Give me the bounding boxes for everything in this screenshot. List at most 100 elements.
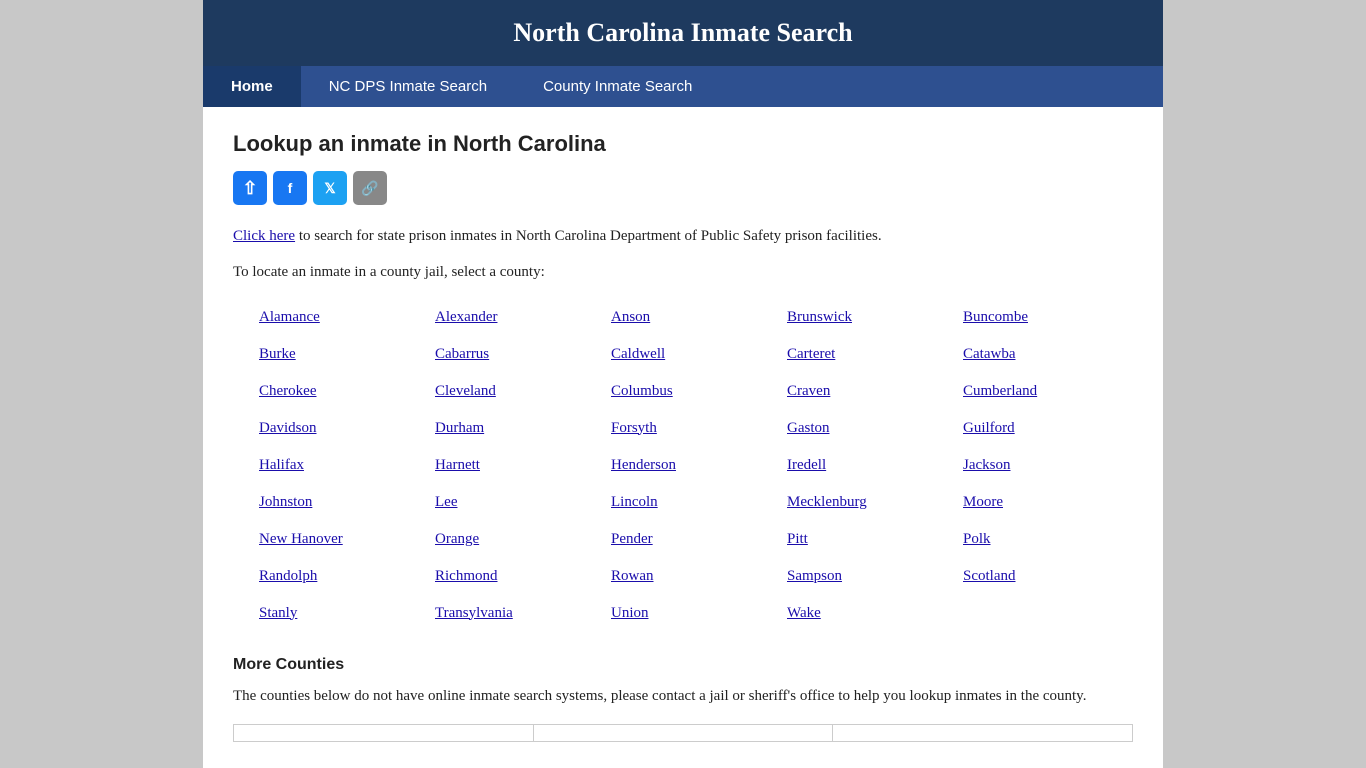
nav-county[interactable]: County Inmate Search [515,66,720,107]
table-cell [533,724,833,741]
county-cell: Randolph [253,558,429,595]
county-link[interactable]: Gaston [787,420,830,436]
county-link[interactable]: Stanly [259,605,297,621]
twitter-button[interactable]: 𝕏 [313,171,347,205]
county-link[interactable]: Buncombe [963,309,1028,325]
county-cell: Gaston [781,410,957,447]
county-link[interactable]: Craven [787,383,830,399]
county-cell: Buncombe [957,299,1133,336]
county-link[interactable]: Guilford [963,420,1015,436]
county-link[interactable]: Scotland [963,568,1016,584]
county-cell: Guilford [957,410,1133,447]
county-link[interactable]: Richmond [435,568,498,584]
county-cell: Forsyth [605,410,781,447]
county-cell: Anson [605,299,781,336]
county-link[interactable]: Anson [611,309,650,325]
county-cell: Craven [781,373,957,410]
county-cell: Catawba [957,336,1133,373]
description-text: Click here to search for state prison in… [233,225,1133,248]
county-link[interactable]: Forsyth [611,420,657,436]
county-cell: Moore [957,484,1133,521]
county-link[interactable]: Transylvania [435,605,513,621]
county-cell: Burke [253,336,429,373]
county-cell: Cabarrus [429,336,605,373]
copy-link-button[interactable]: 🔗 [353,171,387,205]
county-link[interactable]: Carteret [787,346,835,362]
county-link[interactable]: Rowan [611,568,654,584]
county-cell: Davidson [253,410,429,447]
county-link[interactable]: Davidson [259,420,317,436]
county-cell: Henderson [605,447,781,484]
county-cell: Brunswick [781,299,957,336]
county-link[interactable]: Henderson [611,457,676,473]
county-cell: Sampson [781,558,957,595]
county-cell: Cumberland [957,373,1133,410]
county-cell: Polk [957,521,1133,558]
county-link[interactable]: Iredell [787,457,826,473]
county-link[interactable]: Columbus [611,383,673,399]
county-link[interactable]: Cleveland [435,383,496,399]
share-button[interactable]: ⇧ [233,171,267,205]
county-link[interactable]: Halifax [259,457,304,473]
county-cell: Rowan [605,558,781,595]
main-nav: Home NC DPS Inmate Search County Inmate … [203,66,1163,107]
county-link[interactable]: Union [611,605,649,621]
county-link[interactable]: Orange [435,531,479,547]
social-buttons: ⇧ f 𝕏 🔗 [233,171,1133,205]
county-link[interactable]: Wake [787,605,821,621]
more-counties-table [233,724,1133,742]
county-cell: Iredell [781,447,957,484]
county-cell: Jackson [957,447,1133,484]
county-link[interactable]: Randolph [259,568,317,584]
county-grid: Alamance Alexander Anson Brunswick Buncombe B… [253,299,1133,632]
county-link[interactable]: Jackson [963,457,1011,473]
county-cell: Scotland [957,558,1133,595]
nav-home[interactable]: Home [203,66,301,107]
main-content: Lookup an inmate in North Carolina ⇧ f 𝕏… [203,107,1163,766]
county-cell: New Hanover [253,521,429,558]
county-cell: Transylvania [429,595,605,632]
county-link[interactable]: Cherokee [259,383,316,399]
county-cell: Johnston [253,484,429,521]
county-cell: Carteret [781,336,957,373]
county-cell: Pender [605,521,781,558]
county-link[interactable]: Alexander [435,309,497,325]
county-link[interactable]: Durham [435,420,484,436]
more-counties-desc: The counties below do not have online in… [233,684,1133,708]
nav-dps[interactable]: NC DPS Inmate Search [301,66,515,107]
county-link[interactable]: Lee [435,494,457,510]
county-link[interactable]: Polk [963,531,991,547]
county-link[interactable]: Johnston [259,494,312,510]
county-cell: Caldwell [605,336,781,373]
county-link[interactable]: Cumberland [963,383,1037,399]
more-counties-title: More Counties [233,656,1133,674]
county-link[interactable]: Harnett [435,457,480,473]
county-link[interactable]: Sampson [787,568,842,584]
county-cell: Wake [781,595,957,632]
page-title: Lookup an inmate in North Carolina [233,131,1133,157]
dps-search-link[interactable]: Click here [233,228,295,244]
county-cell: Lincoln [605,484,781,521]
county-cell: Alexander [429,299,605,336]
county-link[interactable]: Mecklenburg [787,494,867,510]
county-link[interactable]: Alamance [259,309,320,325]
site-header: North Carolina Inmate Search [203,0,1163,66]
county-link[interactable]: Brunswick [787,309,852,325]
county-link[interactable]: Pender [611,531,653,547]
county-link[interactable]: Caldwell [611,346,665,362]
county-cell: Durham [429,410,605,447]
table-cell [234,724,534,741]
county-link[interactable]: Burke [259,346,296,362]
county-cell: Columbus [605,373,781,410]
county-link[interactable]: Lincoln [611,494,658,510]
county-link[interactable]: Pitt [787,531,808,547]
county-link[interactable]: Cabarrus [435,346,489,362]
county-link[interactable]: New Hanover [259,531,343,547]
county-link[interactable]: Catawba [963,346,1015,362]
county-cell: Union [605,595,781,632]
county-cell: Lee [429,484,605,521]
county-link[interactable]: Moore [963,494,1003,510]
facebook-button[interactable]: f [273,171,307,205]
table-cell [833,724,1133,741]
county-cell: Richmond [429,558,605,595]
